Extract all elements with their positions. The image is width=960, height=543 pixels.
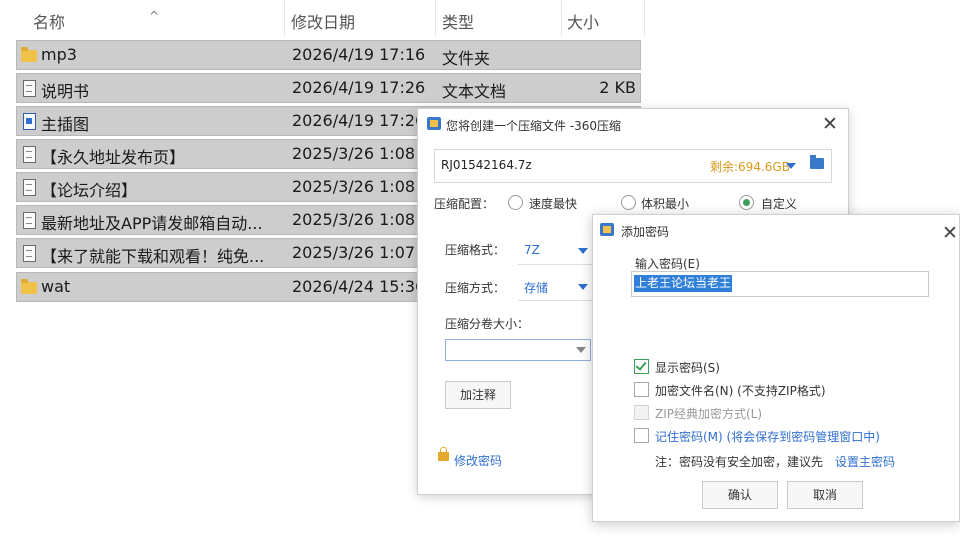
column-header-bar: 名称 ^ 修改日期 类型 大小	[0, 0, 645, 38]
file-row-mp3[interactable]: mp3 2026/4/19 17:16 文件夹	[16, 40, 641, 70]
show-password-checkbox[interactable]	[634, 359, 649, 374]
file-date: 2026/4/19 17:26	[292, 111, 426, 130]
document-icon	[23, 245, 36, 262]
file-date: 2025/3/26 1:08	[292, 144, 416, 163]
cancel-button[interactable]: 取消	[787, 481, 863, 509]
add-password-dialog: 添加密码 ✕ 输入密码(E) 上老王论坛当老王 显示密码(S) 加密文件名(N)…	[592, 214, 960, 522]
remember-password-label[interactable]: 记住密码(M) (将会保存到密码管理窗口中)	[655, 428, 880, 445]
method-select[interactable]: 存储	[524, 279, 548, 296]
document-icon	[23, 80, 36, 97]
file-name: 主插图	[41, 115, 90, 134]
radio-custom-label[interactable]: 自定义	[761, 195, 797, 212]
zip-classic-encryption-checkbox	[634, 405, 649, 420]
show-password-label[interactable]: 显示密码(S)	[655, 359, 720, 376]
set-master-password-link[interactable]: 设置主密码	[835, 453, 895, 470]
image-file-icon	[23, 113, 36, 130]
add-comment-button[interactable]: 加注释	[445, 381, 511, 409]
password-dialog-titlebar[interactable]: 添加密码 ✕	[593, 215, 959, 245]
chevron-down-icon[interactable]	[786, 163, 796, 169]
method-select-underline	[518, 300, 593, 301]
file-type: 文件夹	[442, 49, 491, 68]
archive-name[interactable]: RJ01542164.7z	[441, 158, 532, 172]
file-row-manual[interactable]: 说明书 2026/4/19 17:26 文本文档 2 KB	[16, 73, 641, 103]
file-date: 2025/3/26 1:08	[292, 177, 416, 196]
file-date: 2025/3/26 1:07	[292, 243, 416, 262]
radio-smallest[interactable]	[621, 195, 636, 210]
file-name: 【永久地址发布页】	[41, 148, 186, 167]
file-date: 2026/4/19 17:16	[292, 45, 426, 64]
free-space-label: 剩余:694.6GB	[710, 160, 790, 174]
file-type: 文本文档	[442, 82, 507, 101]
chevron-down-icon[interactable]	[578, 248, 588, 254]
encrypt-filenames-label[interactable]: 加密文件名(N) (不支持ZIP格式)	[655, 382, 826, 399]
sort-ascending-icon: ^	[149, 9, 160, 23]
column-divider[interactable]	[284, 0, 285, 36]
format-select[interactable]: 7Z	[524, 243, 540, 257]
browse-folder-icon[interactable]	[810, 155, 824, 169]
file-name: 【来了就能下载和观看！纯免...	[41, 247, 265, 266]
column-type-header[interactable]: 类型	[442, 9, 474, 33]
archive-path-field[interactable]: RJ01542164.7z 剩余:694.6GB	[434, 149, 832, 183]
encrypt-filenames-checkbox[interactable]	[634, 382, 649, 397]
format-select-underline	[518, 264, 593, 265]
chevron-down-icon[interactable]	[576, 347, 586, 353]
lock-icon	[438, 447, 449, 461]
password-input[interactable]: 上老王论坛当老王	[631, 271, 929, 297]
format-label: 压缩格式：	[445, 243, 506, 257]
file-date: 2025/3/26 1:08	[292, 210, 416, 229]
close-icon[interactable]: ✕	[942, 224, 958, 243]
radio-smallest-label[interactable]: 体积最小	[641, 195, 689, 212]
file-date: 2026/4/19 17:26	[292, 78, 426, 97]
column-divider[interactable]	[644, 0, 645, 36]
chevron-down-icon[interactable]	[578, 284, 588, 290]
file-name: 说明书	[41, 82, 90, 101]
remember-password-checkbox[interactable]	[634, 428, 649, 443]
password-value[interactable]: 上老王论坛当老王	[634, 275, 733, 292]
app-360-icon	[600, 223, 614, 236]
compress-dialog-titlebar[interactable]: 您将创建一个压缩文件 -360压缩 ✕	[418, 109, 848, 139]
column-divider[interactable]	[561, 0, 562, 36]
app-360-icon	[427, 117, 441, 130]
file-name: 【论坛介绍】	[41, 181, 138, 200]
document-icon	[23, 146, 36, 163]
file-name: wat	[41, 277, 71, 296]
folder-icon	[21, 47, 37, 62]
radio-fastest-label[interactable]: 速度最快	[529, 195, 577, 212]
file-size: 2 KB	[599, 78, 636, 97]
close-icon[interactable]: ✕	[822, 115, 838, 134]
file-date: 2026/4/24 15:36	[292, 277, 426, 296]
column-size-header[interactable]: 大小	[567, 9, 599, 33]
volume-size-select[interactable]	[445, 339, 591, 361]
radio-fastest[interactable]	[508, 195, 523, 210]
file-name: 最新地址及APP请发邮箱自动...	[41, 214, 263, 233]
folder-icon	[21, 279, 37, 294]
document-icon	[23, 179, 36, 196]
file-name: mp3	[41, 45, 77, 64]
change-password-link[interactable]: 修改密码	[454, 452, 502, 469]
compress-dialog-title: 您将创建一个压缩文件 -360压缩	[446, 119, 622, 133]
column-divider[interactable]	[435, 0, 436, 36]
zip-classic-encryption-label: ZIP经典加密方式(L)	[655, 407, 763, 421]
password-dialog-title: 添加密码	[621, 225, 670, 239]
method-label: 压缩方式：	[445, 281, 506, 295]
compress-config-label: 压缩配置：	[434, 197, 495, 211]
column-name-header[interactable]: 名称	[33, 9, 65, 33]
security-note: 注：密码没有安全加密，建议先	[655, 455, 824, 469]
confirm-button[interactable]: 确认	[702, 481, 778, 509]
volume-size-label: 压缩分卷大小：	[445, 317, 530, 331]
column-date-header[interactable]: 修改日期	[291, 9, 355, 33]
password-input-label: 输入密码(E)	[635, 257, 700, 271]
document-icon	[23, 212, 36, 229]
radio-custom[interactable]	[739, 195, 754, 210]
